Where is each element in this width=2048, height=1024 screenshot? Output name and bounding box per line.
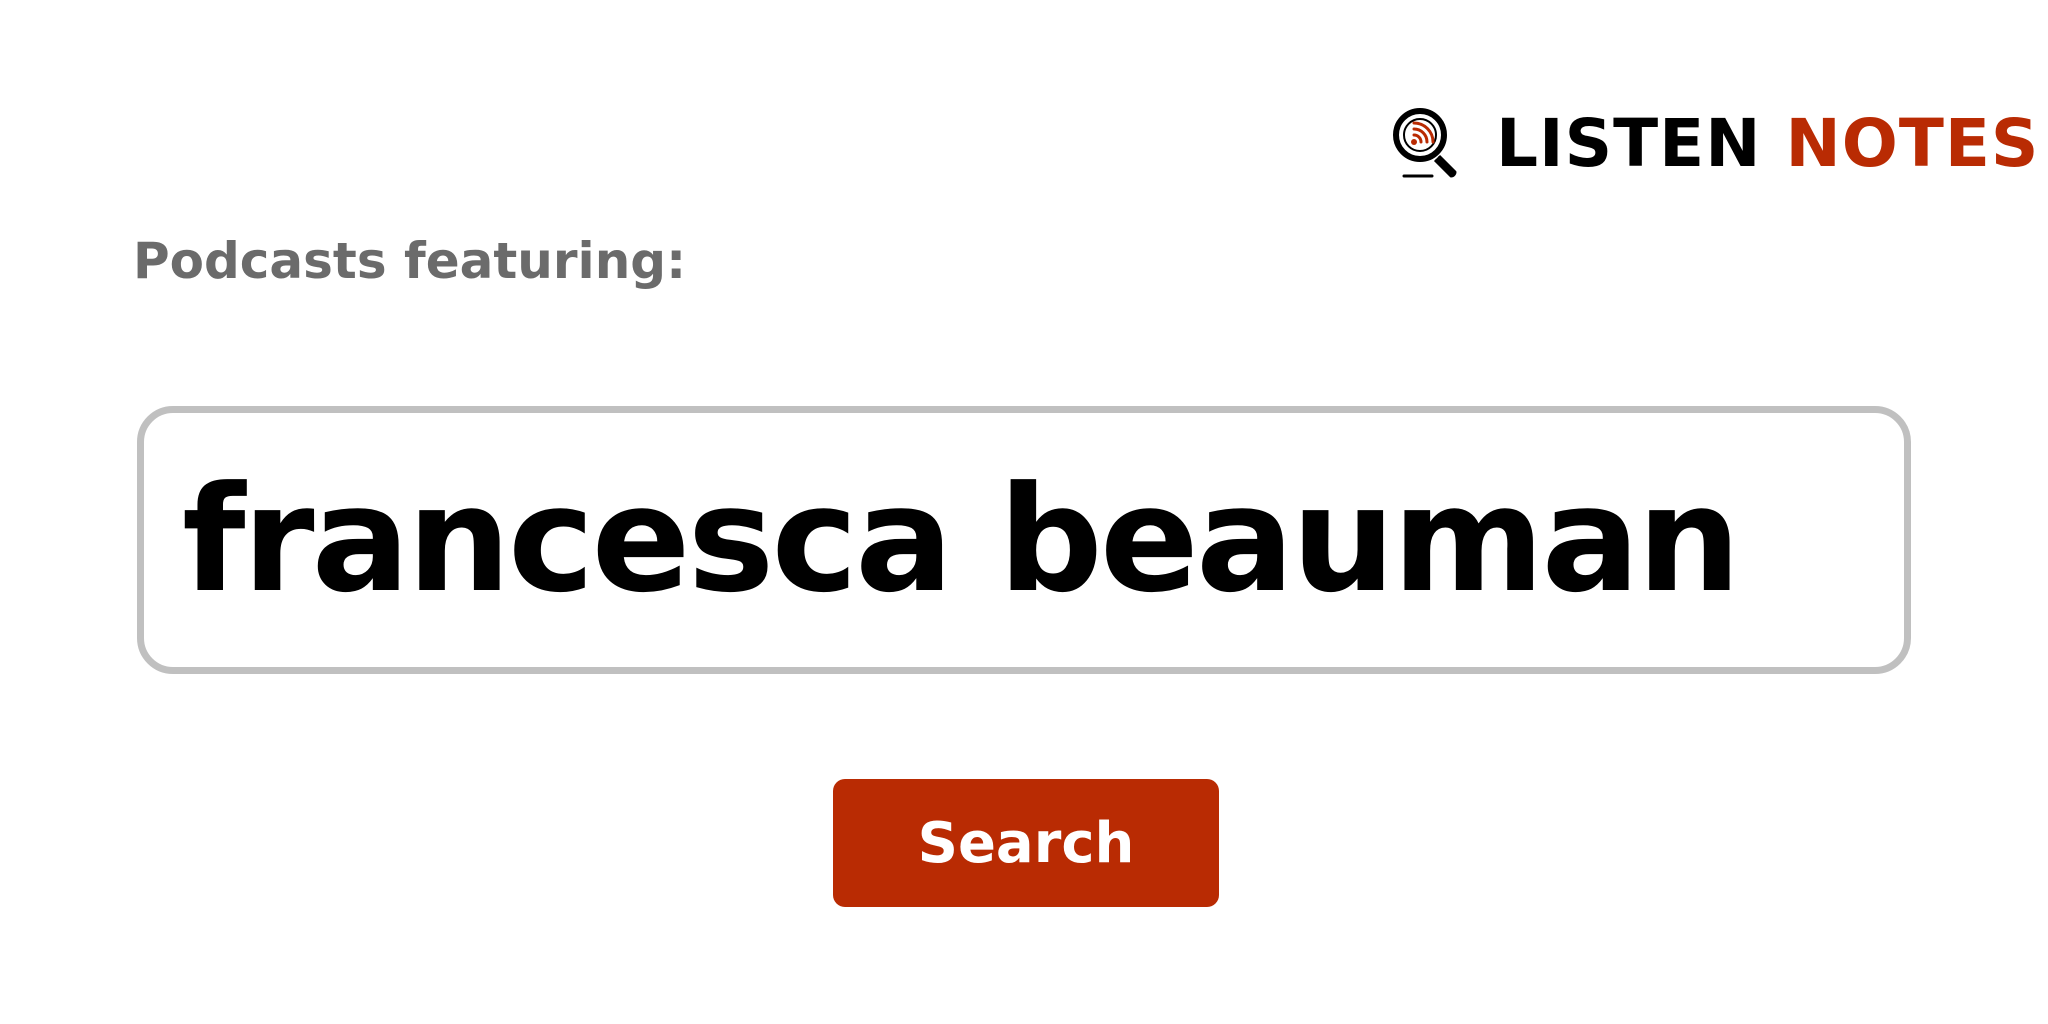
- magnifier-podcast-icon: [1393, 108, 1457, 178]
- listen-notes-logo[interactable]: LISTEN NOTES: [1386, 104, 2039, 184]
- search-input-value: francesca beauman: [182, 455, 1741, 625]
- logo-word-notes: NOTES: [1785, 105, 2040, 182]
- search-input[interactable]: francesca beauman: [137, 406, 1911, 674]
- search-button[interactable]: Search: [833, 779, 1219, 907]
- logo-wordmark: LISTEN NOTES: [1496, 104, 2039, 184]
- page-heading: Podcasts featuring:: [133, 232, 687, 290]
- logo-word-listen: LISTEN: [1496, 105, 1762, 182]
